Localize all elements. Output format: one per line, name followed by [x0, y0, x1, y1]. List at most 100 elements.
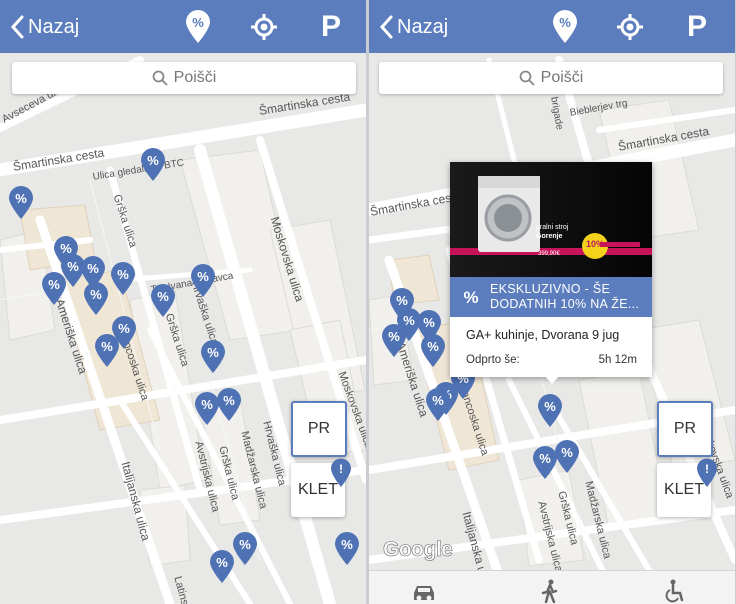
- washing-machine-ad: [450, 162, 652, 277]
- search-input[interactable]: Poišči: [379, 62, 723, 94]
- locate-button[interactable]: [612, 9, 648, 45]
- search-icon: [152, 70, 168, 86]
- discount-pin-icon[interactable]: %: [150, 284, 176, 318]
- discount-pin-icon[interactable]: %: [41, 272, 67, 306]
- map-screen-left: Šmartinska cesta Šmartinska cesta Ulica …: [0, 0, 366, 604]
- svg-text:%: %: [90, 287, 102, 302]
- walk-icon[interactable]: [537, 579, 563, 603]
- discount-pin-icon[interactable]: %: [83, 282, 109, 316]
- back-label: Nazaj: [28, 15, 80, 38]
- wheelchair-icon[interactable]: [662, 579, 688, 603]
- svg-text:%: %: [539, 451, 551, 466]
- parking-button[interactable]: P: [679, 9, 715, 45]
- back-button[interactable]: Nazaj: [10, 12, 79, 42]
- discount-pin-icon[interactable]: %: [200, 340, 226, 374]
- discount-pin-icon[interactable]: %: [420, 334, 446, 368]
- svg-text:%: %: [396, 293, 408, 308]
- back-button[interactable]: Nazaj: [379, 12, 448, 42]
- pr-label: PR: [673, 420, 697, 437]
- pr-floor-button[interactable]: PR: [291, 401, 347, 457]
- svg-text:%: %: [15, 191, 27, 206]
- discount-pin-icon: %: [553, 10, 577, 43]
- ad-brand-label: Gorenje: [536, 233, 563, 240]
- promo-location: GA+ kuhinje, Dvorana 9 jug: [466, 328, 620, 342]
- svg-text:%: %: [239, 537, 251, 552]
- alert-pin-icon: !: [331, 458, 351, 487]
- svg-text:%: %: [48, 277, 60, 292]
- discount-filter-button[interactable]: %: [180, 9, 216, 45]
- parking-icon: P: [686, 10, 707, 43]
- nav-bar: Nazaj % P: [369, 0, 735, 53]
- map-screen-right: Šmartinska cesta Šmartinska cesta Bieble…: [369, 0, 735, 604]
- svg-text:%: %: [561, 445, 573, 460]
- search-placeholder: Poišči: [540, 69, 584, 86]
- svg-text:%: %: [463, 288, 478, 307]
- svg-text:%: %: [216, 555, 228, 570]
- svg-text:!: !: [705, 462, 709, 476]
- ad-badge-label: 10%: [586, 239, 605, 249]
- alert-pin-icon: !: [697, 458, 717, 487]
- locate-icon: [251, 14, 277, 40]
- discount-pin-icon[interactable]: %: [334, 532, 360, 566]
- svg-text:!: !: [339, 462, 343, 476]
- discount-pin-icon[interactable]: %: [194, 392, 220, 426]
- ad-product-label: pralni stroj: [536, 224, 569, 231]
- car-icon[interactable]: [411, 579, 437, 603]
- svg-text:%: %: [197, 269, 209, 284]
- discount-pin-icon[interactable]: %: [532, 446, 558, 480]
- promo-image: pralni stroj Gorenje 10% 399,90€: [450, 162, 652, 277]
- svg-text:%: %: [341, 537, 353, 552]
- pr-label: PR: [307, 420, 331, 437]
- discount-pin-icon[interactable]: %: [537, 394, 563, 428]
- search-icon: [519, 70, 535, 86]
- search-input[interactable]: Poišči: [12, 62, 356, 94]
- popup-tail: [544, 375, 560, 384]
- discount-pin-icon: %: [186, 10, 210, 43]
- nav-bar: Nazaj % P: [0, 0, 366, 53]
- back-label: Nazaj: [397, 15, 449, 38]
- locate-icon: [617, 14, 643, 40]
- svg-text:%: %: [192, 15, 204, 30]
- svg-text:%: %: [423, 315, 435, 330]
- locate-button[interactable]: [246, 9, 282, 45]
- discount-pin-icon[interactable]: %: [110, 262, 136, 296]
- open-time: 5h 12m: [598, 354, 637, 366]
- discount-pin-icon[interactable]: %: [209, 550, 235, 584]
- discount-pin-icon[interactable]: %: [425, 388, 451, 422]
- chevron-left-icon: [379, 15, 393, 39]
- promo-title: EKSKLUZIVNO - ŠE DODATNIH 10% NA ŽE...: [490, 282, 640, 311]
- ad-price-label: 399,90€: [538, 251, 560, 257]
- open-label: Odprto še:: [466, 354, 520, 366]
- pr-floor-button[interactable]: PR: [657, 401, 713, 457]
- transport-mode-bar: [369, 570, 735, 604]
- svg-text:%: %: [223, 393, 235, 408]
- svg-text:%: %: [427, 339, 439, 354]
- svg-text:%: %: [559, 15, 571, 30]
- svg-text:%: %: [101, 339, 113, 354]
- discount-filter-button[interactable]: %: [547, 9, 583, 45]
- svg-text:%: %: [388, 329, 400, 344]
- discount-pin-icon[interactable]: %: [381, 324, 407, 358]
- svg-text:%: %: [432, 393, 444, 408]
- svg-text:%: %: [87, 261, 99, 276]
- discount-pin-icon[interactable]: %: [8, 186, 34, 220]
- discount-pin-icon[interactable]: %: [94, 334, 120, 368]
- discount-pin-icon[interactable]: %: [140, 148, 166, 182]
- promo-popup[interactable]: pralni stroj Gorenje 10% 399,90€ % EKSKL…: [450, 162, 652, 384]
- chevron-left-icon: [10, 15, 24, 39]
- svg-text:%: %: [67, 259, 79, 274]
- svg-text:%: %: [201, 397, 213, 412]
- parking-icon: P: [320, 10, 341, 43]
- svg-text:%: %: [117, 267, 129, 282]
- svg-text:%: %: [544, 399, 556, 414]
- discount-pin-icon[interactable]: %: [190, 264, 216, 298]
- percent-icon: %: [463, 288, 478, 307]
- parking-button[interactable]: P: [313, 9, 349, 45]
- google-logo: Google: [383, 538, 453, 562]
- promo-title-bar: % EKSKLUZIVNO - ŠE DODATNIH 10% NA ŽE...: [450, 277, 652, 317]
- svg-text:%: %: [157, 289, 169, 304]
- discount-pin-icon[interactable]: %: [232, 532, 258, 566]
- svg-text:%: %: [207, 345, 219, 360]
- svg-text:%: %: [147, 153, 159, 168]
- search-placeholder: Poišči: [173, 69, 217, 86]
